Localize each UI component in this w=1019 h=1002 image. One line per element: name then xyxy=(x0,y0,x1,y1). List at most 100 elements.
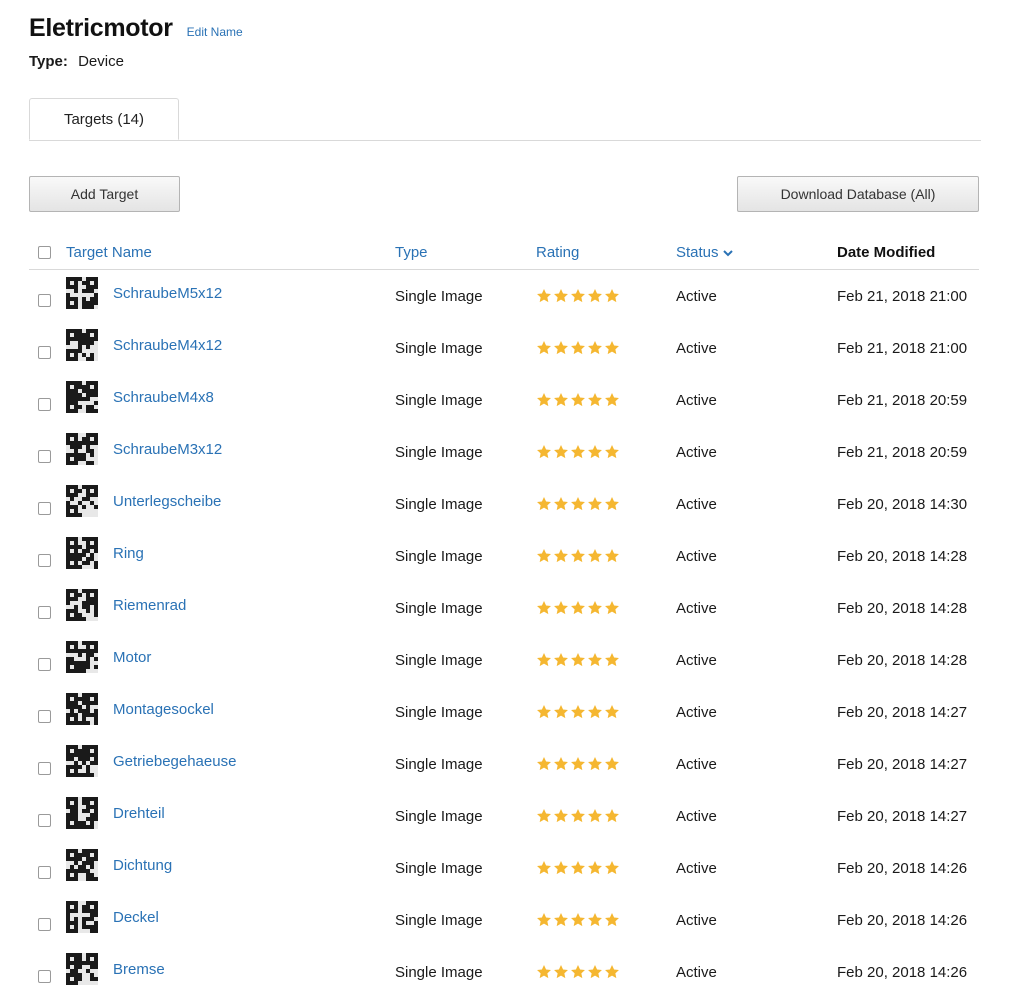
table-row: Bremse Single Image Active Feb 20, 2018 14:… xyxy=(29,946,979,998)
rating-stars xyxy=(536,964,620,980)
date-modified-cell: Feb 20, 2018 14:27 xyxy=(837,755,968,773)
row-checkbox[interactable] xyxy=(38,657,51,671)
target-name-link[interactable]: Unterlegscheibe xyxy=(113,493,221,510)
table-body: SchraubeM5x12 Single Image Active Feb 21, 2… xyxy=(29,270,979,998)
add-target-button[interactable]: Add Target xyxy=(29,176,180,212)
row-checkbox[interactable] xyxy=(38,345,51,359)
target-thumbnail[interactable] xyxy=(66,530,98,582)
target-name-link[interactable]: Drehteil xyxy=(113,805,165,822)
row-checkbox[interactable] xyxy=(38,293,51,307)
target-name-link[interactable]: SchraubeM3x12 xyxy=(113,441,222,458)
target-name-link[interactable]: Motor xyxy=(113,649,151,666)
star-icon xyxy=(570,548,586,564)
target-name-link[interactable]: Bremse xyxy=(113,961,165,978)
star-icon xyxy=(553,600,569,616)
star-icon xyxy=(553,652,569,668)
table-row: Motor Single Image Active Feb 20, 2018 14:2… xyxy=(29,634,979,686)
star-icon xyxy=(536,652,552,668)
target-thumbnail[interactable] xyxy=(66,686,98,738)
target-name-link[interactable]: Ring xyxy=(113,545,144,562)
status-cell: Active xyxy=(676,339,717,357)
targets-table: Target Name Type Rating Status Date Modi… xyxy=(29,236,979,998)
target-name-cell: Deckel xyxy=(113,894,159,946)
star-icon xyxy=(570,652,586,668)
target-name-link[interactable]: SchraubeM4x8 xyxy=(113,389,214,406)
qr-target-thumbnail-icon xyxy=(66,537,98,569)
target-thumbnail[interactable] xyxy=(66,322,98,374)
target-thumbnail[interactable] xyxy=(66,738,98,790)
tab-targets[interactable]: Targets (14) xyxy=(29,98,179,140)
target-name-cell: Drehteil xyxy=(113,790,165,842)
status-cell: Active xyxy=(676,287,717,305)
target-name-link[interactable]: Deckel xyxy=(113,909,159,926)
row-checkbox[interactable] xyxy=(38,605,51,619)
status-cell: Active xyxy=(676,547,717,565)
star-icon xyxy=(570,288,586,304)
star-icon xyxy=(587,704,603,720)
target-thumbnail[interactable] xyxy=(66,582,98,634)
target-thumbnail[interactable] xyxy=(66,894,98,946)
target-thumbnail[interactable] xyxy=(66,842,98,894)
star-icon xyxy=(536,392,552,408)
row-checkbox[interactable] xyxy=(38,553,51,567)
target-thumbnail[interactable] xyxy=(66,374,98,426)
select-all-checkbox[interactable] xyxy=(38,246,51,259)
target-name-link[interactable]: Dichtung xyxy=(113,857,172,874)
star-icon xyxy=(570,808,586,824)
star-icon xyxy=(604,548,620,564)
row-checkbox[interactable] xyxy=(38,865,51,879)
download-database-button[interactable]: Download Database (All) xyxy=(737,176,979,212)
star-icon xyxy=(553,548,569,564)
rating-stars xyxy=(536,600,620,616)
qr-target-thumbnail-icon xyxy=(66,953,98,985)
column-date-modified[interactable]: Date Modified xyxy=(837,236,935,269)
target-name-link[interactable]: Riemenrad xyxy=(113,597,186,614)
target-name-link[interactable]: SchraubeM4x12 xyxy=(113,337,222,354)
target-thumbnail[interactable] xyxy=(66,634,98,686)
status-cell: Active xyxy=(676,495,717,513)
star-icon xyxy=(553,756,569,772)
target-name-link[interactable]: Montagesockel xyxy=(113,701,214,718)
target-name-cell: Dichtung xyxy=(113,842,172,894)
row-checkbox[interactable] xyxy=(38,397,51,411)
star-icon xyxy=(553,704,569,720)
table-row: Riemenrad Single Image Active Feb 20, 2018 … xyxy=(29,582,979,634)
date-modified-cell: Feb 21, 2018 21:00 xyxy=(837,287,968,305)
star-icon xyxy=(553,808,569,824)
rating-stars xyxy=(536,756,620,772)
target-thumbnail[interactable] xyxy=(66,270,98,322)
row-checkbox[interactable] xyxy=(38,917,51,931)
rating-cell xyxy=(536,478,620,530)
target-type-cell: Single Image xyxy=(395,495,483,513)
target-name-cell: SchraubeM5x12 xyxy=(113,270,222,322)
date-modified-cell: Feb 20, 2018 14:28 xyxy=(837,651,968,669)
star-icon xyxy=(587,444,603,460)
status-cell: Active xyxy=(676,755,717,773)
select-all-cell xyxy=(38,236,51,269)
row-checkbox[interactable] xyxy=(38,761,51,775)
target-name-link[interactable]: Getriebegehaeuse xyxy=(113,753,236,770)
row-select-cell xyxy=(38,686,51,742)
column-rating[interactable]: Rating xyxy=(536,236,579,269)
qr-target-thumbnail-icon xyxy=(66,433,98,465)
target-name-link[interactable]: SchraubeM5x12 xyxy=(113,285,222,302)
star-icon xyxy=(570,340,586,356)
target-thumbnail[interactable] xyxy=(66,426,98,478)
edit-name-link[interactable]: Edit Name xyxy=(187,25,243,39)
row-checkbox[interactable] xyxy=(38,501,51,515)
star-icon xyxy=(553,288,569,304)
rating-stars xyxy=(536,288,620,304)
row-checkbox[interactable] xyxy=(38,709,51,723)
target-thumbnail[interactable] xyxy=(66,478,98,530)
row-checkbox[interactable] xyxy=(38,813,51,827)
target-type-cell: Single Image xyxy=(395,755,483,773)
column-type[interactable]: Type xyxy=(395,236,428,269)
column-status[interactable]: Status xyxy=(676,236,733,269)
target-thumbnail[interactable] xyxy=(66,790,98,842)
column-target-name[interactable]: Target Name xyxy=(66,236,152,269)
star-icon xyxy=(587,860,603,876)
row-checkbox[interactable] xyxy=(38,969,51,983)
star-icon xyxy=(553,964,569,980)
target-thumbnail[interactable] xyxy=(66,946,98,998)
row-checkbox[interactable] xyxy=(38,449,51,463)
